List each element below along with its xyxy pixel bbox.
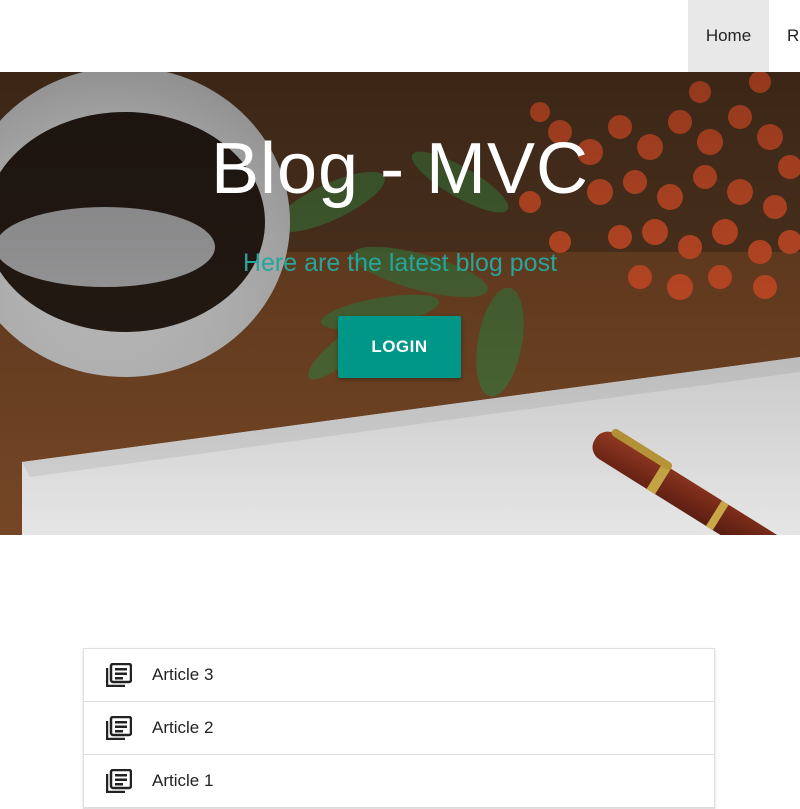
article-list: Article 3 Article 2 Article 1 xyxy=(83,648,715,809)
list-item-article-2[interactable]: Article 2 xyxy=(84,702,714,755)
article-title: Article 3 xyxy=(152,665,214,684)
hero-subtitle: Here are the latest blog post xyxy=(242,249,558,277)
hero-banner: Blog - MVC Here are the latest blog post… xyxy=(0,72,800,535)
nav-links: Home Re xyxy=(688,0,800,72)
article-icon xyxy=(106,769,132,793)
article-icon xyxy=(106,663,132,687)
nav-item-next[interactable]: Re xyxy=(769,0,800,72)
article-icon xyxy=(106,716,132,740)
top-navbar: Home Re xyxy=(0,0,800,72)
hero-title: Blog - MVC xyxy=(210,129,590,209)
login-button[interactable]: LOGIN xyxy=(338,316,461,378)
list-item-article-3[interactable]: Article 3 xyxy=(84,649,714,702)
list-item-article-1[interactable]: Article 1 xyxy=(84,755,714,808)
nav-item-home[interactable]: Home xyxy=(688,0,769,72)
article-title: Article 2 xyxy=(152,718,214,737)
article-title: Article 1 xyxy=(152,771,214,790)
